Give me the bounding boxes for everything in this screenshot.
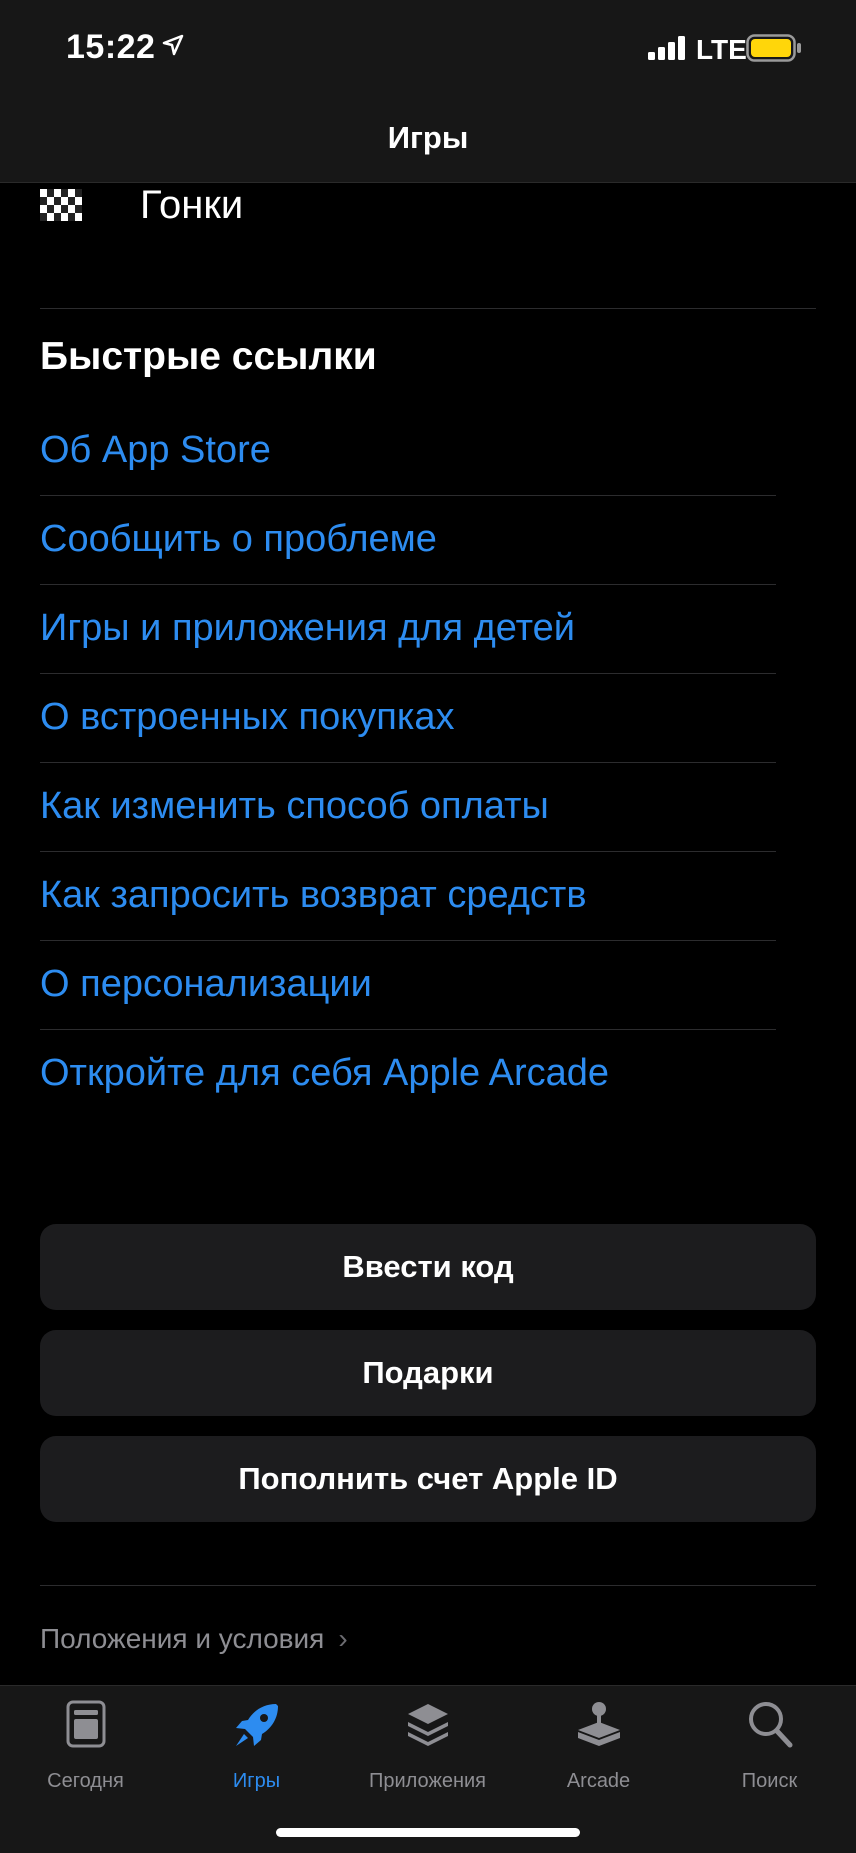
quick-link-report-problem[interactable]: Сообщить о проблеме — [40, 495, 776, 585]
apps-stack-icon — [407, 1704, 448, 1746]
chevron-right-icon: › — [338, 1623, 348, 1654]
quick-link-personalization[interactable]: О персонализации — [40, 940, 776, 1030]
tab-bar: Сегодня Игры Приложения Arcade Поиск — [0, 1685, 856, 1853]
category-label: Гонки — [140, 183, 244, 227]
today-icon — [66, 1700, 105, 1748]
footer-divider — [40, 1585, 816, 1586]
quick-links-heading: Быстрые ссылки — [40, 335, 377, 378]
search-icon — [748, 1702, 792, 1748]
page-title: Игры — [387, 120, 469, 155]
tab-label: Поиск — [741, 1770, 798, 1792]
home-indicator[interactable] — [276, 1828, 580, 1837]
terms-and-conditions-link[interactable]: Положения и условия › — [40, 1623, 348, 1655]
terms-label: Положения и условия — [40, 1623, 325, 1654]
add-funds-button[interactable]: Пополнить счет Apple ID — [40, 1436, 816, 1522]
checkered-flag-icon — [40, 189, 82, 221]
quick-link-kids-apps[interactable]: Игры и приложения для детей — [40, 584, 776, 674]
status-time: 15:22 — [66, 28, 156, 66]
tab-label: Игры — [232, 1770, 281, 1792]
redeem-code-button[interactable]: Ввести код — [40, 1224, 816, 1310]
navigation-bar: Игры — [0, 100, 856, 183]
network-type-label: LTE — [696, 34, 747, 65]
tab-games[interactable]: Игры — [171, 1686, 342, 1806]
rocket-icon — [235, 1704, 278, 1746]
quick-link-change-payment[interactable]: Как изменить способ оплаты — [40, 762, 776, 852]
tab-search[interactable]: Поиск — [684, 1686, 855, 1806]
status-bar: 15:22 LTE — [0, 0, 856, 100]
battery-icon — [746, 34, 801, 62]
scroll-content[interactable]: Гонки Быстрые ссылки Об App Store Сообщи… — [0, 183, 856, 1685]
section-divider — [40, 308, 816, 309]
category-row-racing[interactable]: Гонки — [40, 183, 816, 308]
tab-arcade[interactable]: Arcade — [513, 1686, 684, 1806]
quick-link-apple-arcade[interactable]: Откройте для себя Apple Arcade — [40, 1029, 776, 1118]
quick-link-about-app-store[interactable]: Об App Store — [40, 406, 776, 496]
cellular-signal-icon — [648, 36, 685, 60]
gifts-button[interactable]: Подарки — [40, 1330, 816, 1416]
arcade-joystick-icon — [577, 1702, 620, 1746]
tab-apps[interactable]: Приложения — [342, 1686, 513, 1806]
quick-link-in-app-purchases[interactable]: О встроенных покупках — [40, 673, 776, 763]
quick-link-request-refund[interactable]: Как запросить возврат средств — [40, 851, 776, 941]
tab-label: Arcade — [566, 1770, 631, 1792]
tab-label: Сегодня — [47, 1770, 124, 1792]
location-arrow-icon — [162, 34, 184, 56]
tab-label: Приложения — [368, 1770, 486, 1792]
tab-today[interactable]: Сегодня — [0, 1686, 171, 1806]
